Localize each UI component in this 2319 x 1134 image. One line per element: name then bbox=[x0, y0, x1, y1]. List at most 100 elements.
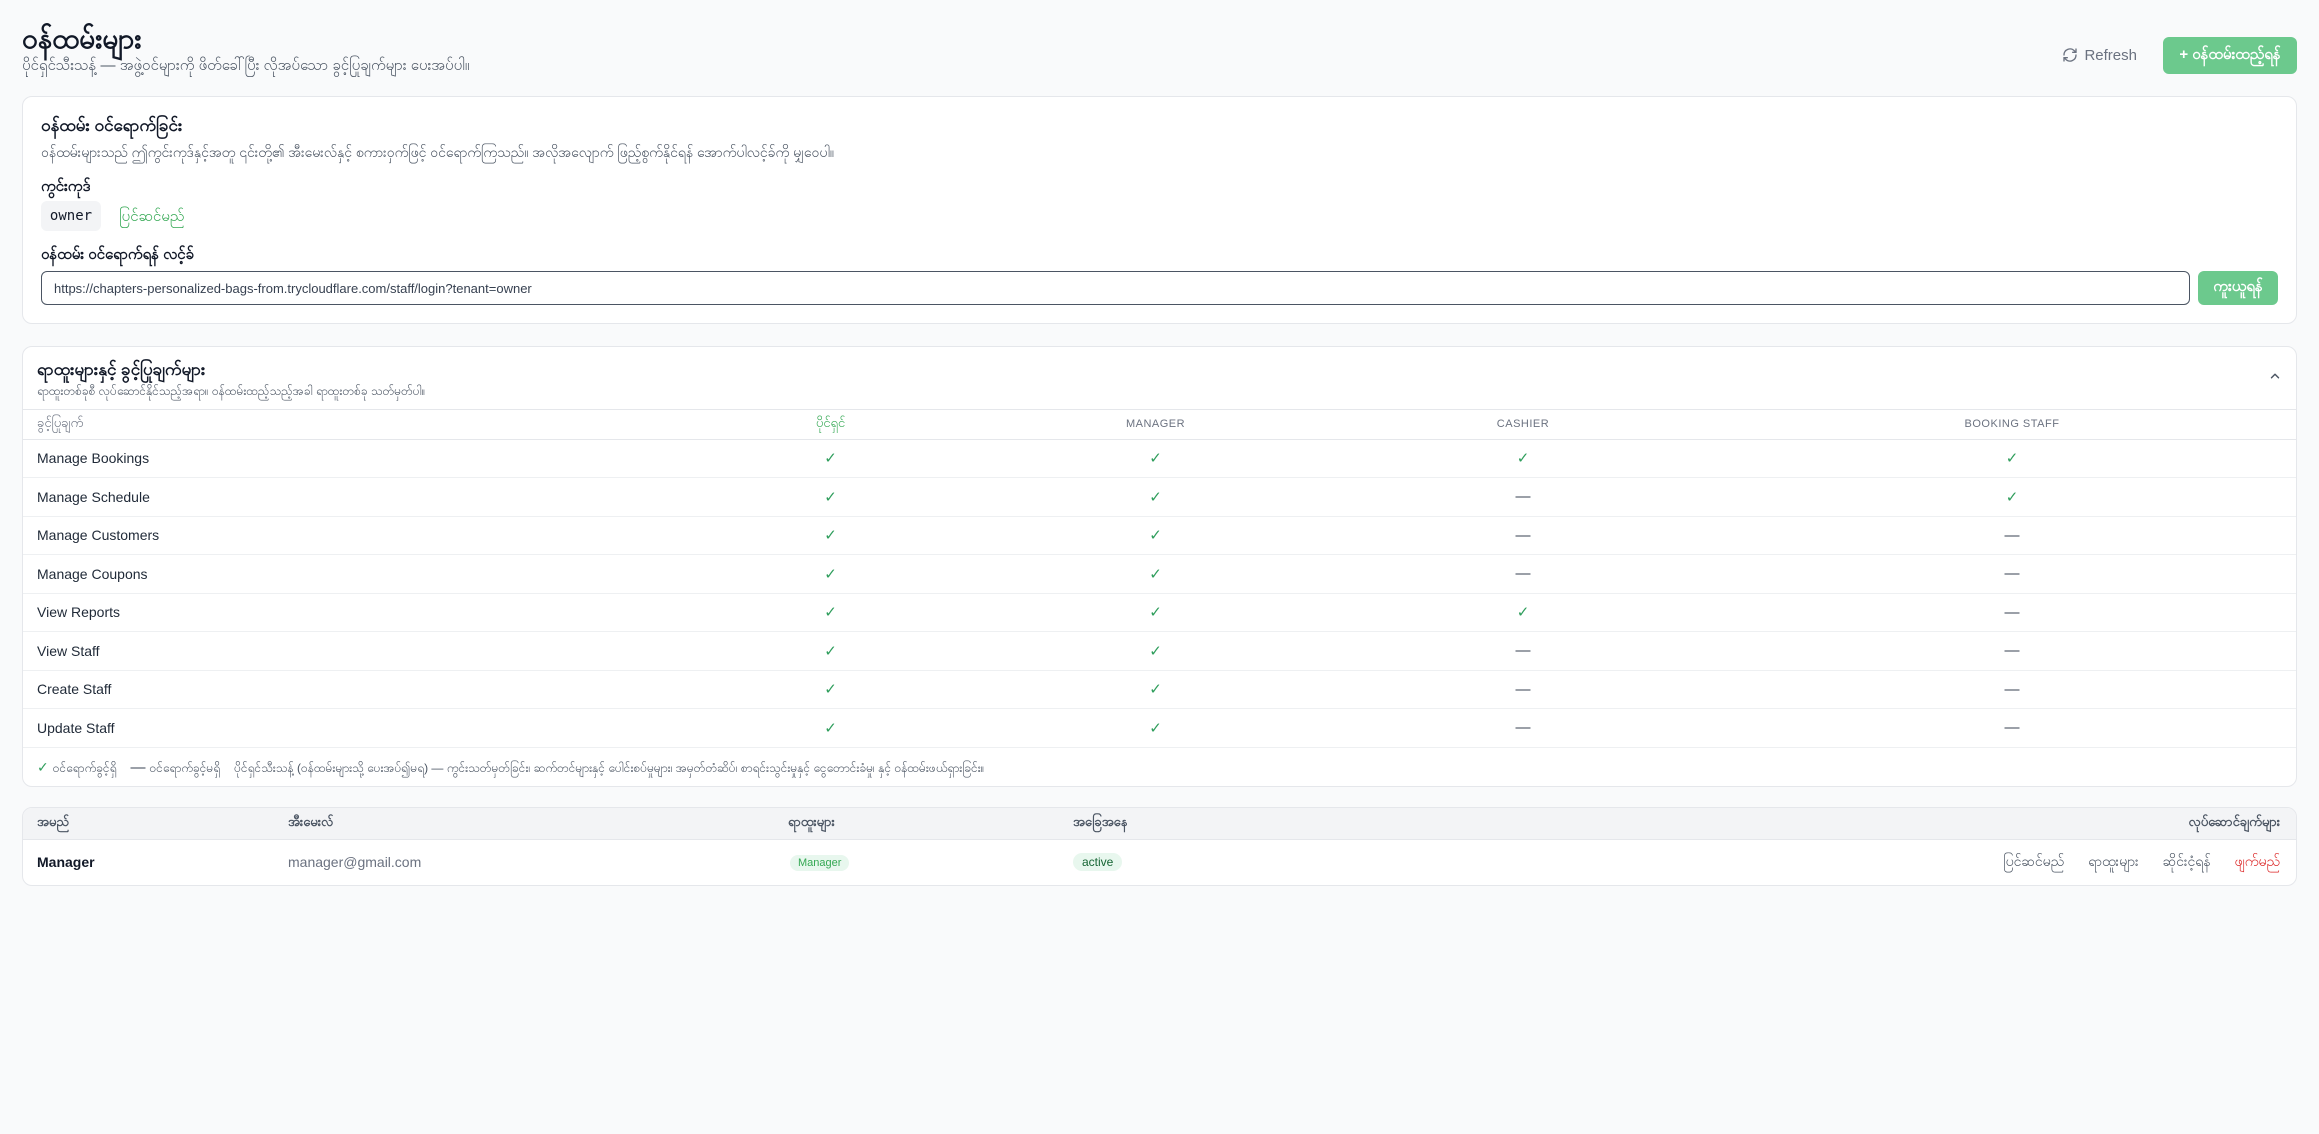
dash-icon: — bbox=[1515, 526, 1531, 544]
permission-cell-booking: — bbox=[1728, 516, 2296, 555]
delete-staff-button[interactable]: ဖျက်မည် bbox=[2235, 852, 2280, 873]
add-staff-button[interactable]: + ဝန်ထမ်းထည့်ရန် bbox=[2163, 37, 2297, 74]
role-badge: Manager bbox=[790, 855, 850, 872]
check-icon: ✓ bbox=[824, 527, 837, 545]
col-cashier: CASHIER bbox=[1318, 410, 1728, 440]
shop-code-label: ကွင်းကုဒ် bbox=[41, 178, 91, 195]
dash-icon: — bbox=[2004, 719, 2020, 737]
page-subtitle: ပိုင်ရှင်သီးသန့် — အဖွဲ့ဝင်များကို ဖိတ်ခ… bbox=[22, 57, 470, 74]
dash-icon: — bbox=[1515, 642, 1531, 660]
login-url-input[interactable] bbox=[41, 271, 2190, 305]
permission-cell-cashier: — bbox=[1318, 554, 1728, 594]
roles-permissions-card: ရာထူးများနှင့် ခွင့်ပြုချက်များ ရာထူးတစ်… bbox=[22, 346, 2297, 787]
table-row: View Staff ✓ ✓ — — bbox=[23, 631, 2296, 671]
permission-name: View Staff bbox=[23, 631, 668, 671]
check-icon: ✓ bbox=[2005, 450, 2019, 468]
permission-cell-cashier: — bbox=[1318, 477, 1728, 517]
permission-name: Create Staff bbox=[23, 670, 668, 709]
legend-denied-label: ဝင်ရောက်ခွင့်မရှိ bbox=[149, 761, 221, 775]
check-icon: ✓ bbox=[1149, 681, 1162, 699]
dash-icon: — bbox=[2004, 565, 2020, 583]
permission-cell-cashier: ✓ bbox=[1318, 593, 1728, 632]
permission-name: Manage Bookings bbox=[23, 439, 668, 478]
permission-name: View Reports bbox=[23, 593, 668, 632]
permission-name: Manage Coupons bbox=[23, 554, 668, 594]
staff-list-card: အမည် အီးမေးလ် ရာထူးများ အခြေအနေ လုပ်ဆောင… bbox=[22, 807, 2297, 886]
col-owner: ပိုင်ရှင် bbox=[668, 410, 993, 440]
permission-cell-cashier: ✓ bbox=[1318, 439, 1728, 478]
dash-icon: — bbox=[1515, 565, 1531, 583]
permission-cell-booking: ✓ bbox=[1728, 439, 2296, 478]
refresh-button[interactable]: Refresh bbox=[2062, 40, 2137, 70]
permissions-title: ရာထူးများနှင့် ခွင့်ပြုချက်များ bbox=[37, 360, 206, 379]
table-row: Manage Coupons ✓ ✓ — — bbox=[23, 554, 2296, 594]
col-name: အမည် bbox=[23, 808, 288, 840]
table-row: Manage Customers ✓ ✓ — — bbox=[23, 516, 2296, 555]
table-row: View Reports ✓ ✓ ✓ — bbox=[23, 593, 2296, 632]
refresh-icon bbox=[2063, 48, 2078, 62]
check-icon: ✓ bbox=[824, 488, 837, 506]
login-card-title: ဝန်ထမ်း ဝင်ရောက်ခြင်း bbox=[41, 116, 183, 135]
check-icon: ✓ bbox=[824, 450, 837, 468]
status-badge: active bbox=[1073, 853, 1123, 872]
permission-cell-owner: ✓ bbox=[668, 670, 993, 709]
check-icon: ✓ bbox=[1149, 604, 1162, 622]
permission-cell-owner: ✓ bbox=[668, 631, 993, 671]
col-actions: လုပ်ဆောင်ချက်များ bbox=[1673, 808, 2296, 840]
permission-cell-owner: ✓ bbox=[668, 593, 993, 632]
dash-icon: — bbox=[1515, 680, 1531, 698]
permission-cell-manager: ✓ bbox=[993, 593, 1318, 632]
permission-cell-manager: ✓ bbox=[993, 631, 1318, 671]
check-icon: ✓ bbox=[1149, 642, 1162, 660]
login-card-description: ဝန်ထမ်းများသည် ဤကွင်းကုဒ်နှင့်အတူ ၎င်းတိ… bbox=[41, 144, 835, 160]
permission-cell-booking: — bbox=[1728, 593, 2296, 632]
edit-staff-button[interactable]: ပြင်ဆင်မည် bbox=[2003, 852, 2064, 873]
permission-cell-booking: — bbox=[1728, 554, 2296, 594]
check-icon: ✓ bbox=[37, 759, 49, 775]
col-permission: ခွင့်ပြုချက် bbox=[23, 410, 668, 440]
permission-cell-manager: ✓ bbox=[993, 516, 1318, 555]
check-icon: ✓ bbox=[824, 719, 837, 737]
permission-cell-manager: ✓ bbox=[993, 708, 1318, 748]
staff-roles-button[interactable]: ရာထူးများ bbox=[2088, 852, 2138, 873]
check-icon: ✓ bbox=[1516, 450, 1530, 468]
staff-status-cell: active bbox=[1073, 839, 1673, 885]
table-row: Create Staff ✓ ✓ — — bbox=[23, 670, 2296, 709]
permissions-legend: ✓ ဝင်ရောက်ခွင့်ရှိ — ဝင်ရောက်ခွင့်မရှိ ပို… bbox=[37, 759, 984, 778]
permission-cell-booking: — bbox=[1728, 631, 2296, 671]
check-icon: ✓ bbox=[824, 565, 837, 583]
chevron-up-icon[interactable] bbox=[2268, 369, 2282, 383]
staff-actions-cell: ပြင်ဆင်မည် ရာထူးများ ဆိုင်းငံ့ရန် ဖျက်မည… bbox=[1673, 839, 2296, 885]
suspend-staff-button[interactable]: ဆိုင်းငံ့ရန် bbox=[2163, 852, 2211, 873]
edit-shop-code-link[interactable]: ပြင်ဆင်မည် bbox=[119, 207, 184, 229]
col-status: အခြေအနေ bbox=[1073, 808, 1673, 840]
dash-icon: — bbox=[130, 759, 146, 776]
permissions-description: ရာထူးတစ်ခုစီ လုပ်ဆောင်နိုင်သည့်အရာ။ ဝန်ထ… bbox=[37, 384, 426, 398]
shop-code-value: owner bbox=[41, 201, 101, 231]
table-row: Manager manager@gmail.com Manager active… bbox=[23, 839, 2296, 885]
staff-role-cell: Manager bbox=[788, 839, 1073, 885]
copy-url-button[interactable]: ကူးယူရန် bbox=[2198, 271, 2278, 305]
dash-icon: — bbox=[2004, 642, 2020, 660]
dash-icon: — bbox=[2004, 680, 2020, 698]
permission-cell-owner: ✓ bbox=[668, 708, 993, 748]
legend-allowed: ✓ ဝင်ရောက်ခွင့်ရှိ bbox=[37, 759, 117, 778]
permissions-header-row: ခွင့်ပြုချက် ပိုင်ရှင် MANAGER CASHIER B… bbox=[23, 410, 2296, 440]
permission-name: Manage Customers bbox=[23, 516, 668, 555]
table-row: Manage Schedule ✓ ✓ — ✓ bbox=[23, 477, 2296, 517]
check-icon: ✓ bbox=[1149, 719, 1162, 737]
staff-table: အမည် အီးမေးလ် ရာထူးများ အခြေအနေ လုပ်ဆောင… bbox=[23, 808, 2296, 885]
dash-icon: — bbox=[2004, 526, 2020, 544]
staff-header-row: အမည် အီးမေးလ် ရာထူးများ အခြေအနေ လုပ်ဆောင… bbox=[23, 808, 2296, 840]
check-icon: ✓ bbox=[824, 681, 837, 699]
permission-cell-manager: ✓ bbox=[993, 554, 1318, 594]
check-icon: ✓ bbox=[1149, 488, 1162, 506]
check-icon: ✓ bbox=[1516, 604, 1530, 622]
permission-cell-booking: — bbox=[1728, 670, 2296, 709]
permission-cell-booking: — bbox=[1728, 708, 2296, 748]
check-icon: ✓ bbox=[824, 642, 837, 660]
permission-cell-booking: ✓ bbox=[1728, 477, 2296, 517]
permission-cell-cashier: — bbox=[1318, 516, 1728, 555]
col-roles: ရာထူးများ bbox=[788, 808, 1073, 840]
check-icon: ✓ bbox=[824, 604, 837, 622]
